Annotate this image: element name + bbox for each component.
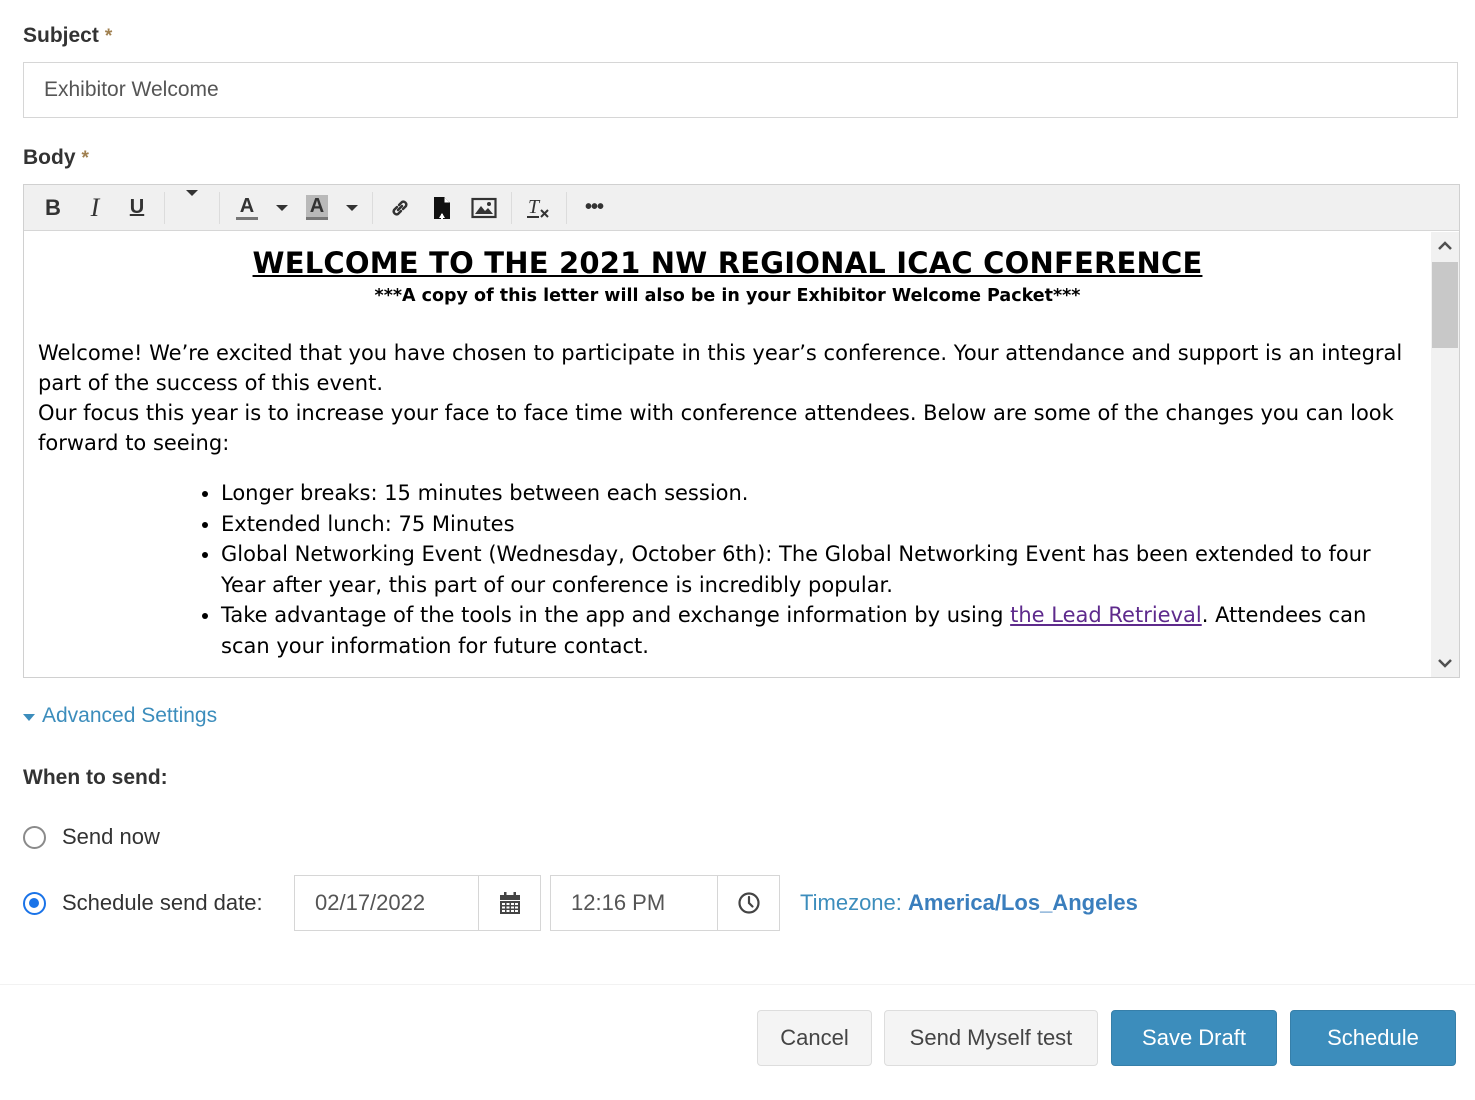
- underline-button[interactable]: U: [116, 188, 158, 228]
- clear-formatting-button[interactable]: T: [518, 188, 560, 228]
- toolbar-divider: [372, 191, 373, 224]
- send-now-radio[interactable]: [23, 825, 46, 849]
- underline-icon: U: [129, 196, 145, 218]
- toolbar-divider: [511, 191, 512, 224]
- subject-label-text: Subject: [23, 24, 99, 47]
- caret-down-icon: [23, 713, 35, 721]
- send-myself-test-button[interactable]: Send Myself test: [884, 1010, 1098, 1066]
- bold-icon: B: [45, 194, 61, 220]
- clear-formatting-icon: T: [527, 196, 549, 218]
- editor-scrollbar[interactable]: [1431, 232, 1459, 677]
- time-input[interactable]: [551, 876, 717, 930]
- send-now-option[interactable]: Send now: [23, 824, 160, 850]
- list-item: Longer breaks: 15 minutes between each s…: [221, 478, 1417, 509]
- list-item: Take advantage of the tools in the app a…: [221, 600, 1417, 661]
- more-icon: •••: [584, 196, 604, 218]
- editor-toolbar: B I U A A T •••: [24, 185, 1459, 231]
- clock-button[interactable]: [717, 876, 779, 930]
- scroll-down-button[interactable]: [1431, 649, 1459, 677]
- rich-text-editor: B I U A A T ••• WELCOME TO THE 2021 NW R…: [23, 184, 1460, 678]
- italic-icon: I: [90, 192, 100, 222]
- insert-link-button[interactable]: [379, 188, 421, 228]
- time-picker: [550, 875, 780, 931]
- timezone-label: Timezone:: [800, 890, 902, 915]
- advanced-settings-toggle[interactable]: Advanced Settings: [23, 704, 217, 728]
- changes-list: Longer breaks: 15 minutes between each s…: [38, 478, 1417, 661]
- svg-text:T: T: [528, 196, 541, 218]
- schedule-label: Schedule send date:: [62, 890, 263, 915]
- required-asterisk: *: [81, 148, 89, 169]
- when-to-send-label: When to send:: [23, 766, 168, 789]
- italic-button[interactable]: I: [74, 188, 116, 228]
- list-item-text: Take advantage of the tools in the app a…: [221, 603, 1011, 627]
- caret-down-icon: [346, 204, 358, 211]
- editor-content[interactable]: WELCOME TO THE 2021 NW REGIONAL ICAC CON…: [24, 232, 1431, 677]
- subject-label: Subject *: [23, 24, 112, 48]
- scroll-up-button[interactable]: [1431, 232, 1459, 260]
- font-color-button[interactable]: A: [226, 188, 268, 228]
- letter-title: WELCOME TO THE 2021 NW REGIONAL ICAC CON…: [252, 246, 1203, 280]
- upload-file-button[interactable]: [421, 188, 463, 228]
- footer-divider: [0, 984, 1475, 985]
- calendar-icon: [499, 892, 520, 914]
- caret-down-icon: [276, 204, 288, 211]
- font-color-dropdown[interactable]: [268, 188, 296, 228]
- schedule-button[interactable]: Schedule: [1290, 1010, 1456, 1066]
- calendar-button[interactable]: [478, 876, 540, 930]
- bold-button[interactable]: B: [32, 188, 74, 228]
- save-draft-button[interactable]: Save Draft: [1111, 1010, 1277, 1066]
- more-options-button[interactable]: •••: [573, 188, 615, 228]
- list-item: Global Networking Event (Wednesday, Octo…: [221, 539, 1417, 600]
- background-color-button[interactable]: A: [296, 188, 338, 228]
- format-dropdown-button[interactable]: [171, 188, 213, 228]
- background-color-icon: A: [305, 195, 329, 220]
- chevron-down-icon: [1438, 659, 1452, 668]
- schedule-option[interactable]: Schedule send date:: [23, 890, 263, 916]
- date-input[interactable]: [295, 876, 478, 930]
- required-asterisk: *: [104, 26, 113, 47]
- date-picker: [294, 875, 541, 931]
- send-now-label: Send now: [62, 824, 160, 849]
- clock-icon: [737, 892, 760, 914]
- image-icon: [471, 197, 497, 218]
- toolbar-divider: [566, 191, 567, 224]
- advanced-settings-label: Advanced Settings: [42, 704, 218, 727]
- body-label: Body *: [23, 146, 89, 170]
- subject-input[interactable]: [23, 62, 1458, 118]
- scrollbar-thumb[interactable]: [1432, 262, 1458, 348]
- letter-paragraph: Our focus this year is to increase your …: [38, 401, 1394, 455]
- letter-subtitle: ***A copy of this letter will also be in…: [374, 286, 1081, 306]
- toolbar-divider: [164, 191, 165, 224]
- toolbar-divider: [219, 191, 220, 224]
- background-color-dropdown[interactable]: [338, 188, 366, 228]
- body-label-text: Body: [23, 146, 76, 169]
- list-item: Extended lunch: 75 Minutes: [221, 509, 1417, 540]
- timezone-value: America/Los_Angeles: [908, 890, 1138, 915]
- letter-paragraph: Welcome! We’re excited that you have cho…: [38, 341, 1403, 395]
- cancel-button[interactable]: Cancel: [757, 1010, 872, 1066]
- link-icon: [392, 200, 408, 215]
- insert-image-button[interactable]: [463, 188, 505, 228]
- chevron-up-icon: [1438, 241, 1452, 250]
- lead-retrieval-link[interactable]: the Lead Retrieval: [1010, 603, 1202, 627]
- timezone-link[interactable]: Timezone: America/Los_Angeles: [800, 890, 1138, 916]
- font-color-icon: A: [235, 195, 259, 220]
- file-upload-icon: [434, 196, 450, 219]
- schedule-radio[interactable]: [23, 891, 46, 915]
- caret-down-icon: [186, 189, 198, 196]
